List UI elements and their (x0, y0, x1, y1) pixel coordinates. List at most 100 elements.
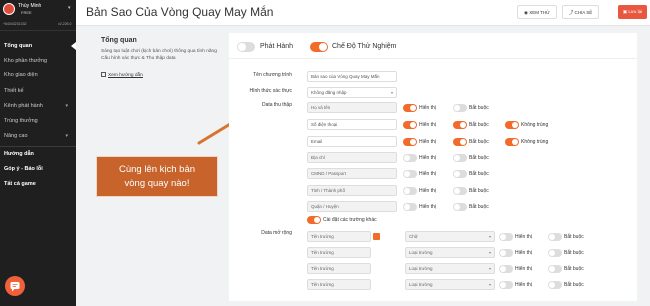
extended-field-text: Tên trường (311, 250, 334, 255)
show-toggle[interactable] (403, 170, 417, 178)
collect-field-province: Tỉnh / Thành phố (307, 185, 397, 196)
save-button[interactable]: ▣ Lưu lại (618, 5, 647, 19)
extended-data-label: Data mở rộng (261, 230, 292, 236)
required-toggle[interactable] (548, 281, 562, 289)
share-button[interactable]: ⤴ CHIA SẺ (562, 5, 599, 19)
extended-field-name[interactable]: Tên trường (307, 247, 371, 258)
required-toggle[interactable] (453, 203, 467, 211)
required-toggle[interactable] (453, 170, 467, 178)
required-toggle[interactable] (548, 233, 562, 241)
sidebar-item-channels[interactable]: Kênh phát hành ▾ (0, 101, 76, 112)
book-icon (101, 72, 106, 77)
promo-banner: Cùng lên kịch bản vòng quay nào! (96, 156, 218, 197)
field-type-select[interactable]: Loại trường ▾ (405, 263, 495, 274)
show-toggle[interactable] (499, 233, 513, 241)
sidebar-item-label: Góp ý - Báo lỗi (4, 166, 43, 172)
field-type-value: Loại trường (409, 282, 433, 287)
required-toggle[interactable] (453, 138, 467, 146)
active-indicator (71, 42, 76, 50)
auth-select[interactable]: Không đăng nhập ▾ (307, 87, 397, 98)
auth-value: Không đăng nhập (311, 90, 347, 95)
header: Bản Sao Của Vòng Quay May Mắn ◉ XEM THỬ … (76, 0, 650, 26)
chevron-down-icon: ▾ (488, 266, 491, 271)
required-toggle[interactable] (453, 154, 467, 162)
show-toggle[interactable] (403, 138, 417, 146)
unique-toggle[interactable] (505, 121, 519, 129)
required-toggle[interactable] (548, 249, 562, 257)
sidebar-item-all-games[interactable]: Tất cả game (0, 179, 76, 190)
required-label: Bắt buộc (564, 234, 584, 240)
sidebar-item-feedback[interactable]: Góp ý - Báo lỗi (0, 164, 76, 175)
publish-toggle[interactable] (237, 42, 255, 52)
banner-line-2: vòng quay nào! (124, 178, 190, 189)
checkbox[interactable] (373, 233, 380, 240)
chevron-down-icon: ▾ (65, 133, 68, 139)
field-type-select[interactable]: Chữ ▾ (405, 231, 495, 242)
show-label: Hiển thị (419, 122, 436, 128)
sidebar-item-label: Kho phần thưởng (4, 58, 48, 64)
collect-field-text: Số điện thoại (311, 122, 338, 127)
avatar[interactable] (3, 3, 15, 15)
collect-field-phone: Số điện thoại (307, 119, 397, 130)
show-label: Hiển thị (515, 266, 532, 272)
custom-fields-label: Cài đặt các trường khác (323, 217, 377, 223)
field-type-value: Loại trường (409, 250, 433, 255)
show-toggle[interactable] (499, 281, 513, 289)
chevron-down-icon: ▾ (488, 282, 491, 287)
sidebar-item-label: Kho giao diện (4, 72, 38, 78)
sidebar-item-guide[interactable]: Hướng dẫn (0, 149, 76, 160)
show-toggle[interactable] (403, 121, 417, 129)
show-label: Hiển thị (515, 282, 532, 288)
preview-button[interactable]: ◉ XEM THỬ (517, 5, 557, 19)
sidebar-item-design[interactable]: Thiết kế (0, 86, 76, 97)
data-collect-label: Data thu thập (261, 102, 292, 108)
section-description: Sáng tạo luật chơi (kịch bản chơi) thông… (101, 49, 217, 61)
chevron-down-icon[interactable]: ▾ (68, 5, 71, 11)
required-toggle[interactable] (453, 121, 467, 129)
sidebar-item-themes[interactable]: Kho giao diện (0, 70, 76, 81)
program-name-label: Tên chương trình (253, 72, 292, 78)
show-label: Hiển thị (515, 234, 532, 240)
show-label: Hiển thị (419, 188, 436, 194)
publish-label: Phát Hành (260, 43, 294, 50)
user-panel[interactable]: Thùy Minh FREE ▾ +84343231332 v2.225.0 (0, 0, 76, 31)
auth-label: Hình thức xác thực (249, 88, 292, 94)
show-toggle[interactable] (499, 249, 513, 257)
show-toggle[interactable] (403, 203, 417, 211)
field-type-select[interactable]: Loại trường ▾ (405, 279, 495, 290)
required-label: Bắt buộc (469, 171, 489, 177)
custom-fields-toggle[interactable] (307, 216, 321, 224)
chevron-down-icon: ▾ (488, 250, 491, 255)
program-name-input[interactable]: Bản sao của Vòng Quay May Mắn (307, 71, 397, 82)
sidebar-item-overview[interactable]: Tổng quan (0, 41, 76, 52)
guide-link[interactable]: Xem hướng dẫn (101, 72, 143, 78)
chat-button[interactable] (5, 276, 25, 296)
program-name-value: Bản sao của Vòng Quay May Mắn (311, 74, 380, 79)
show-toggle[interactable] (499, 265, 513, 273)
field-type-value: Chữ (409, 234, 418, 239)
chevron-down-icon: ▾ (488, 234, 491, 239)
sidebar-item-label: Kênh phát hành (4, 103, 43, 109)
required-toggle[interactable] (548, 265, 562, 273)
test-mode-toggle[interactable] (310, 42, 328, 52)
sidebar-item-winners[interactable]: Trúng thưởng (0, 116, 76, 127)
collect-field-text: CMND / Passport (311, 171, 347, 176)
required-toggle[interactable] (453, 104, 467, 112)
user-plan: FREE (21, 10, 32, 15)
extended-field-name[interactable]: Tên trường (307, 263, 371, 274)
extended-field-name[interactable]: Tên trường (307, 279, 371, 290)
required-toggle[interactable] (453, 187, 467, 195)
chat-icon (10, 282, 20, 292)
sidebar-item-advanced[interactable]: Nâng cao ▾ (0, 131, 76, 142)
show-toggle[interactable] (403, 104, 417, 112)
show-toggle[interactable] (403, 187, 417, 195)
show-toggle[interactable] (403, 154, 417, 162)
show-label: Hiển thị (515, 250, 532, 256)
collect-field-email: Email (307, 136, 397, 147)
unique-toggle[interactable] (505, 138, 519, 146)
collect-field-district: Quận / Huyện (307, 201, 397, 212)
field-type-select[interactable]: Loại trường ▾ (405, 247, 495, 258)
sidebar-item-rewards[interactable]: Kho phần thưởng (0, 56, 76, 67)
collect-field-text: Họ và tên (311, 105, 331, 110)
extended-field-name[interactable]: Tên trường (307, 231, 371, 242)
